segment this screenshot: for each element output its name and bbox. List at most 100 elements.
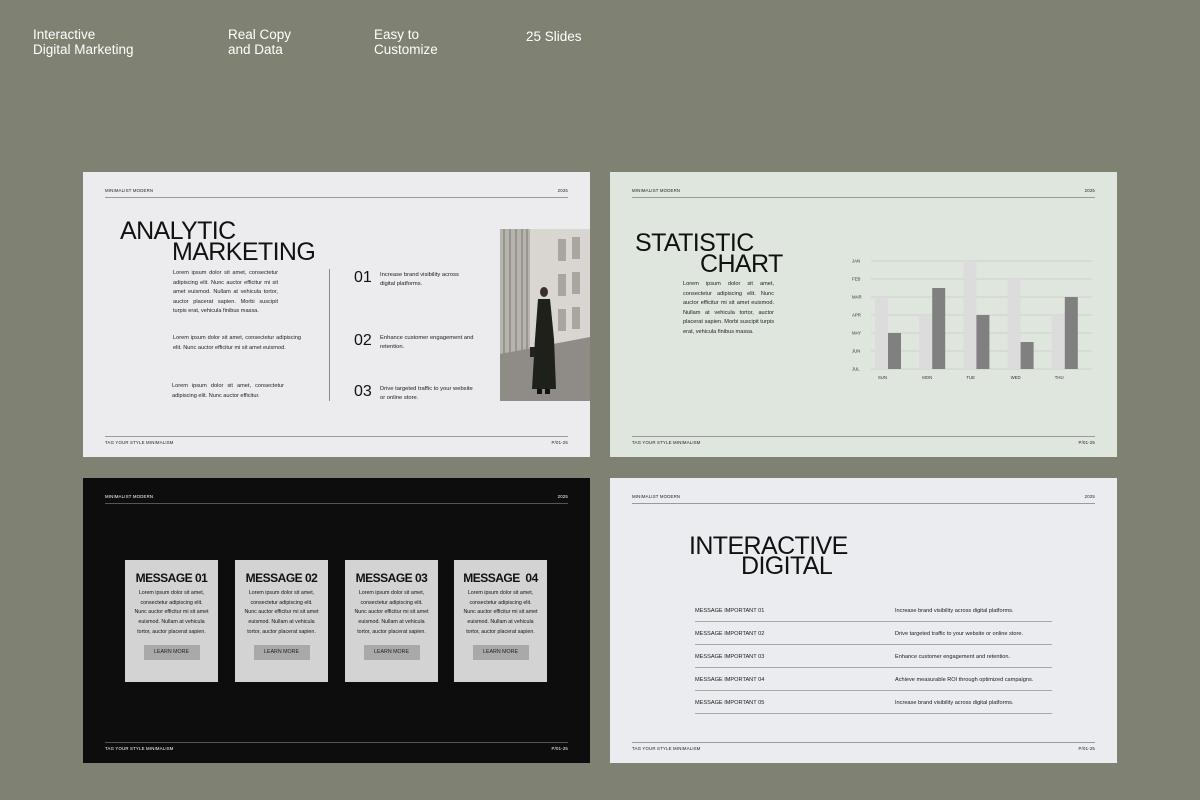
divider (632, 197, 1095, 198)
y-tick-label: MAY (852, 331, 861, 336)
y-tick-label: JAN (852, 259, 860, 264)
message-card: MESSAGE 02 Lorem ipsum dolor sit amet, c… (235, 560, 328, 682)
feature-slides: 25 Slides (526, 29, 582, 44)
card-body: Lorem ipsum dolor sit amet, consectetur … (463, 590, 538, 635)
message-row: MESSAGE IMPORTANT 03 Enhance customer en… (695, 646, 1052, 668)
chart-bar (1064, 297, 1078, 369)
card-title: MESSAGE 04 (463, 571, 538, 585)
slide-footer-tag: TAG YOUR STYLE MINIMALISM (105, 746, 174, 751)
point-number: 03 (354, 383, 372, 400)
learn-more-button[interactable]: LEARN MORE (143, 644, 200, 660)
slide-statistic-chart[interactable]: MINIMALIST MODERN 2025 STATISTIC CHART L… (610, 172, 1117, 457)
point-number: 02 (354, 332, 372, 349)
chart-bar (976, 315, 990, 369)
chart-bar (888, 333, 901, 369)
body-paragraph: Lorem ipsum dolor sit amet, consectetur … (173, 335, 301, 351)
x-tick-label: TUE (966, 375, 975, 380)
row-text: Drive targeted traffic to your website o… (895, 631, 1023, 637)
feature-interactive: Interactive Digital Marketing (33, 27, 134, 57)
feature-line: Real Copy (228, 27, 292, 42)
y-tick-label: APR (852, 313, 861, 318)
message-row: MESSAGE IMPORTANT 01 Increase brand visi… (695, 600, 1052, 622)
message-row: MESSAGE IMPORTANT 04 Achieve measurable … (695, 669, 1052, 691)
slide-header-year: 2025 (557, 494, 568, 499)
divider (105, 197, 568, 198)
row-text: Achieve measurable ROI through optimized… (895, 677, 1034, 683)
y-tick-label: JUN (852, 349, 860, 354)
y-tick-label: FEB (852, 277, 860, 282)
x-tick-label: SUN (878, 375, 887, 380)
row-text: Increase brand visibility across digital… (895, 700, 1014, 706)
feature-line: Interactive (33, 27, 96, 42)
row-text: Increase brand visibility across digital… (895, 608, 1014, 614)
y-tick-label: JUL (852, 367, 860, 372)
feature-line: Easy to (374, 27, 420, 42)
vertical-divider (329, 269, 330, 401)
slide-header-label: MINIMALIST MODERN (105, 188, 154, 193)
slide-analytic-marketing[interactable]: MINIMALIST MODERN 2025 ANALYTIC MARKETIN… (83, 172, 590, 457)
message-card: MESSAGE 04 Lorem ipsum dolor sit amet, c… (454, 560, 547, 682)
row-label: MESSAGE IMPORTANT 05 (695, 700, 765, 706)
message-row: MESSAGE IMPORTANT 02 Drive targeted traf… (695, 623, 1052, 645)
feature-line: and Data (228, 42, 283, 57)
slide-header-year: 2025 (1084, 494, 1095, 499)
slide-title-line2: MARKETING (172, 238, 316, 266)
slide-header-year: 2025 (557, 188, 568, 193)
divider (105, 436, 568, 437)
chart-bar (963, 261, 977, 369)
feature-line: 25 Slides (526, 29, 582, 44)
slide-page-number: P/01-25 (1078, 440, 1095, 445)
woman-architecture-photo (500, 229, 590, 401)
body-paragraph: Lorem ipsum dolor sit amet, consectetur … (173, 270, 278, 314)
x-tick-label: WED (1011, 375, 1021, 380)
slide-page-number: P/01-25 (1078, 746, 1095, 751)
slide-page-number: P/01-25 (551, 746, 568, 751)
slide-title-line2: CHART (700, 250, 783, 278)
card-title: MESSAGE 02 (245, 571, 318, 585)
feature-line: Digital Marketing (33, 42, 134, 57)
card-body: Lorem ipsum dolor sit amet, consectetur … (354, 590, 429, 635)
row-text: Enhance customer engagement and retentio… (895, 654, 1011, 660)
slide-header-label: MINIMALIST MODERN (105, 494, 154, 499)
feature-customize: Easy to Customize (374, 27, 438, 57)
chart-bar (1007, 279, 1021, 369)
message-card: MESSAGE 03 Lorem ipsum dolor sit amet, c… (345, 560, 438, 682)
row-label: MESSAGE IMPORTANT 03 (695, 654, 765, 660)
body-paragraph: Lorem ipsum dolor sit amet, consectetur … (172, 383, 284, 399)
slide-messages[interactable]: MINIMALIST MODERN 2025 MESSAGE 01 Lorem … (83, 478, 590, 763)
chart-bar (932, 288, 946, 369)
point-text: Drive targeted traffic to your website o… (380, 386, 473, 401)
divider (632, 503, 1095, 504)
point-text: Increase brand visibility across digital… (380, 272, 459, 287)
x-tick-label: THU (1055, 375, 1064, 380)
divider (105, 742, 568, 743)
row-label: MESSAGE IMPORTANT 02 (695, 631, 765, 637)
body-paragraph: Lorem ipsum dolor sit amet, consectetur … (683, 281, 774, 335)
x-tick-label: MON (922, 375, 932, 380)
slide-interactive-digital[interactable]: MINIMALIST MODERN 2025 INTERACTIVE DIGIT… (610, 478, 1117, 763)
feature-real-copy: Real Copy and Data (228, 27, 291, 57)
bar-chart: JAN FEB MAR APR MAY JUN JUL SUN MON TUE WED THU (852, 259, 1092, 380)
point-number: 01 (354, 269, 372, 286)
chart-bar (919, 315, 933, 369)
learn-more-button[interactable]: LEARN MORE (363, 644, 420, 660)
card-title: MESSAGE 01 (135, 571, 208, 585)
slide-footer-tag: TAG YOUR STYLE MINIMALISM (632, 746, 701, 751)
divider (105, 503, 568, 504)
learn-more-button[interactable]: LEARN MORE (253, 644, 310, 660)
message-row: MESSAGE IMPORTANT 05 Increase brand visi… (695, 692, 1052, 714)
card-title: MESSAGE 03 (355, 571, 428, 585)
point-text: Enhance customer engagement and retentio… (380, 335, 474, 350)
row-label: MESSAGE IMPORTANT 01 (695, 608, 765, 614)
learn-more-button[interactable]: LEARN MORE (472, 644, 529, 660)
card-body: Lorem ipsum dolor sit amet, consectetur … (134, 590, 209, 635)
point-item: 03 Drive targeted traffic to your websit… (354, 384, 475, 402)
point-item: 02 Enhance customer engagement and reten… (354, 333, 475, 351)
slide-title-line2: DIGITAL (741, 552, 833, 580)
divider (632, 436, 1095, 437)
row-label: MESSAGE IMPORTANT 04 (695, 677, 765, 683)
slide-header-label: MINIMALIST MODERN (632, 188, 681, 193)
slide-footer-tag: TAG YOUR STYLE MINIMALISM (105, 440, 174, 445)
slide-page-number: P/01-25 (551, 440, 568, 445)
message-card: MESSAGE 01 Lorem ipsum dolor sit amet, c… (125, 560, 218, 682)
